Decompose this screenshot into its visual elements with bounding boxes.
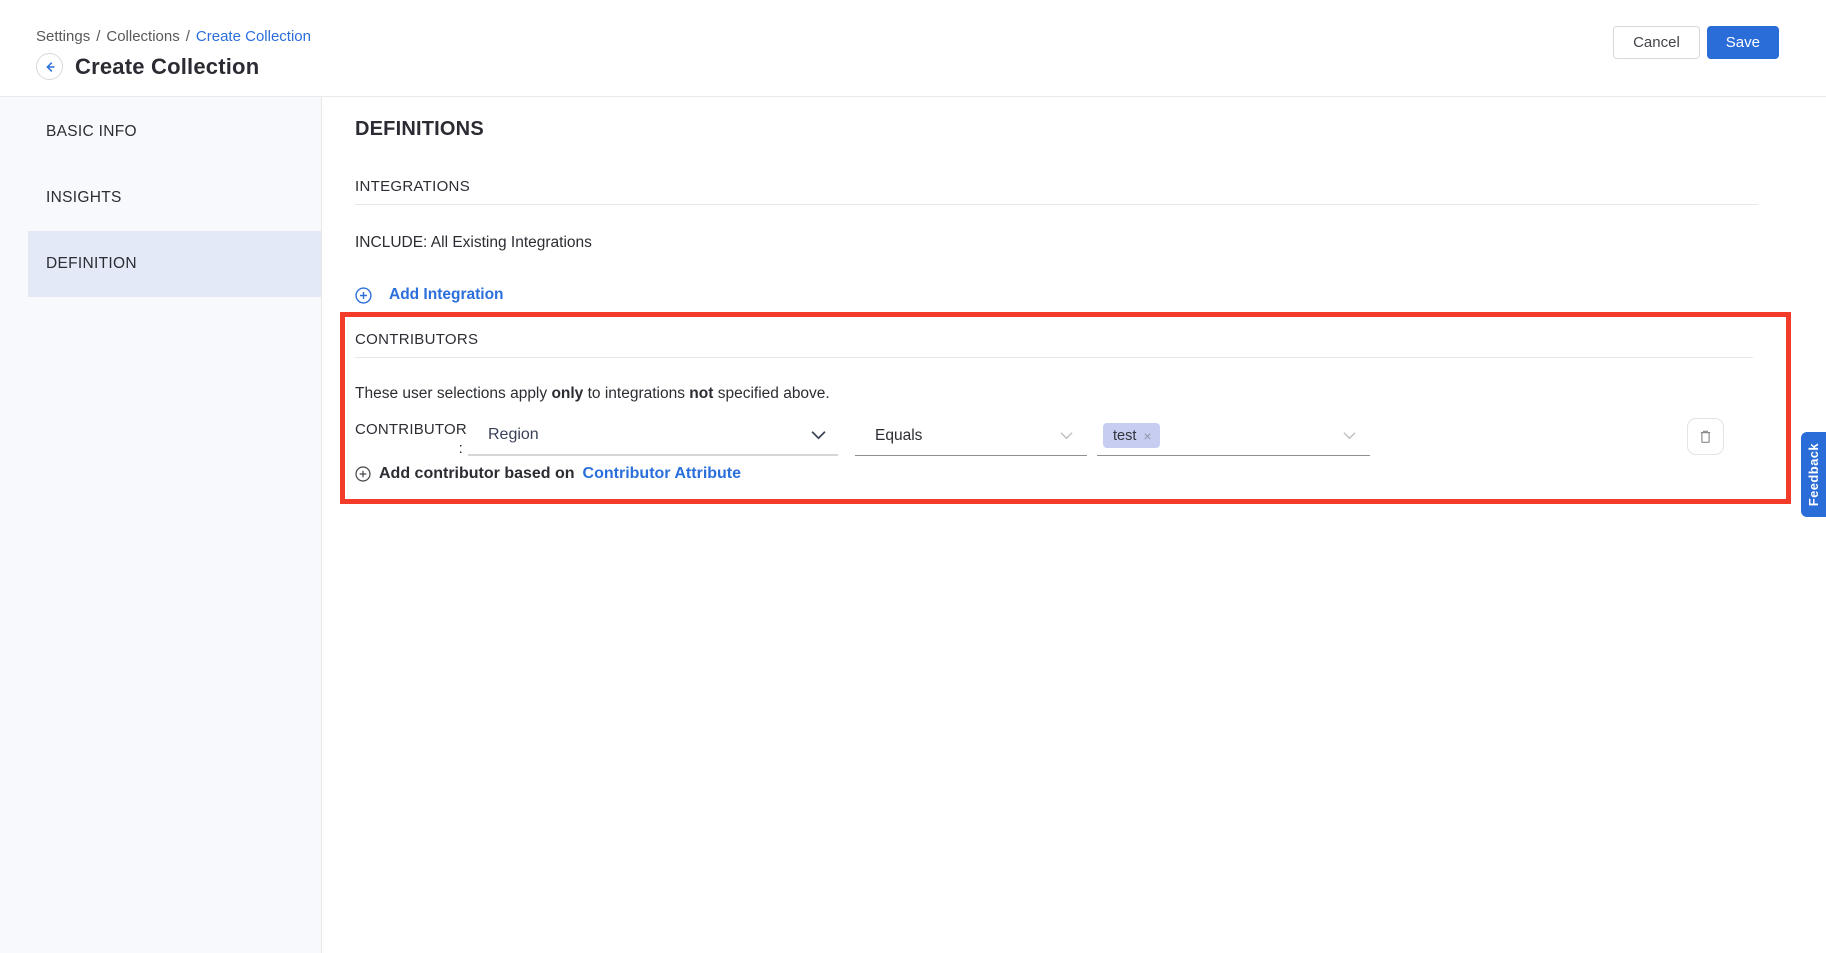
breadcrumb-current[interactable]: Create Collection [196, 28, 311, 45]
contributor-rule-row: CONTRIBUTOR : Region Equals [355, 416, 1753, 456]
integrations-include-text: INCLUDE: All Existing Integrations [355, 234, 1758, 252]
tag-remove-icon[interactable]: × [1143, 428, 1151, 444]
operator-select[interactable]: Equals [855, 416, 1087, 456]
feedback-tab[interactable]: Feedback [1801, 432, 1826, 517]
back-button[interactable] [36, 53, 63, 80]
breadcrumb: Settings / Collections / Create Collection [36, 28, 311, 45]
back-arrow-icon [43, 60, 57, 74]
sidebar-item-insights[interactable]: INSIGHTS [28, 165, 321, 231]
operator-select-value: Equals [875, 427, 922, 445]
attribute-select-value: Region [488, 426, 539, 444]
integrations-section-header: INTEGRATIONS [355, 178, 1758, 205]
breadcrumb-separator: / [186, 28, 190, 45]
value-tag: test × [1103, 423, 1160, 448]
chevron-down-icon [1060, 431, 1075, 440]
breadcrumb-separator: / [96, 28, 100, 45]
main-content: DEFINITIONS INTEGRATIONS INCLUDE: All Ex… [322, 97, 1826, 953]
sidebar-item-definition[interactable]: DEFINITION [28, 231, 321, 297]
plus-circle-icon [355, 466, 371, 482]
breadcrumb-settings[interactable]: Settings [36, 28, 90, 45]
sidebar: BASIC INFO INSIGHTS DEFINITION [0, 97, 322, 953]
add-integration-label: Add Integration [389, 286, 504, 304]
plus-circle-icon [355, 287, 372, 304]
trash-icon [1697, 428, 1714, 445]
cancel-button[interactable]: Cancel [1613, 26, 1700, 59]
contributors-highlight-box: CONTRIBUTORS These user selections apply… [340, 312, 1791, 504]
sidebar-item-basic-info[interactable]: BASIC INFO [28, 99, 321, 165]
page-header: Settings / Collections / Create Collection C… [0, 0, 1826, 97]
delete-rule-button[interactable] [1687, 418, 1724, 455]
add-contributor-prefix: Add contributor based on [379, 465, 575, 483]
add-integration-link[interactable]: Add Integration [355, 286, 1758, 304]
chevron-down-icon [1343, 431, 1358, 440]
contributors-note: These user selections apply only to inte… [355, 385, 1753, 403]
contributor-attribute-link[interactable]: Contributor Attribute [583, 465, 741, 483]
add-contributor-link[interactable]: Add contributor based on Contributor Att… [355, 465, 1753, 483]
contributors-section-header: CONTRIBUTORS [355, 331, 1753, 358]
definitions-title: DEFINITIONS [355, 118, 1758, 141]
breadcrumb-collections[interactable]: Collections [106, 28, 179, 45]
chevron-down-icon [811, 431, 826, 440]
attribute-select[interactable]: Region [468, 416, 838, 456]
contributor-label: CONTRIBUTOR : [355, 416, 463, 456]
save-button[interactable]: Save [1707, 26, 1779, 59]
values-select[interactable]: test × [1097, 416, 1370, 456]
value-tag-text: test [1113, 428, 1136, 444]
page-title: Create Collection [75, 54, 259, 80]
feedback-tab-label: Feedback [1806, 443, 1821, 506]
